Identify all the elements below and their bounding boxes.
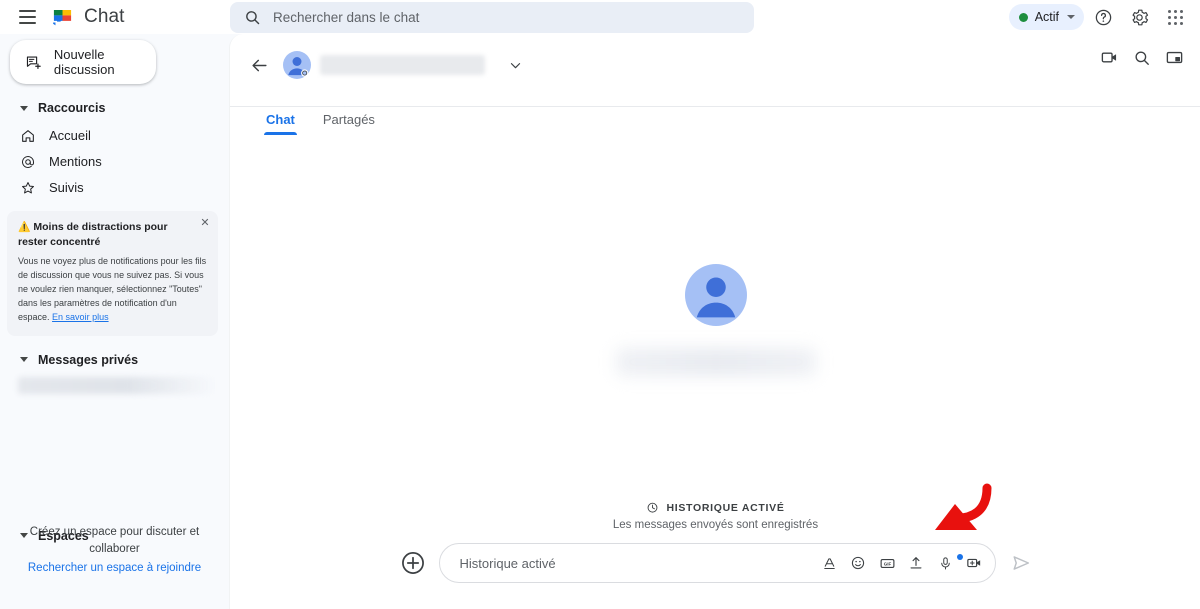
section-shortcuts-title: Raccourcis	[38, 101, 105, 115]
sidebar-item-accueil[interactable]: Accueil	[0, 125, 229, 146]
section-shortcuts-header[interactable]: Raccourcis	[0, 96, 229, 120]
back-arrow-icon[interactable]	[244, 50, 274, 80]
google-chat-logo	[50, 5, 75, 30]
notice-title: ⚠️ Moins de distractions pour rester con…	[18, 220, 207, 249]
section-direct-messages-title: Messages privés	[38, 353, 138, 367]
status-label: Actif	[1035, 10, 1059, 24]
sidebar: Nouvelle discussion Raccourcis Accueil M…	[0, 34, 229, 609]
microphone-icon[interactable]	[937, 555, 954, 572]
video-add-icon[interactable]	[966, 555, 983, 572]
top-bar-actions: Actif	[1009, 0, 1192, 34]
status-dot-icon	[1019, 13, 1028, 22]
history-title: HISTORIQUE ACTIVÉ	[666, 502, 784, 514]
upload-icon[interactable]	[908, 555, 925, 572]
header-divider	[230, 106, 1200, 107]
composer-toolbar: GIF	[821, 555, 983, 572]
notice-body-text: Vous ne voyez plus de notifications pour…	[18, 256, 206, 322]
tab-chat[interactable]: Chat	[266, 112, 295, 135]
close-icon[interactable]: ✕	[198, 216, 212, 230]
conversation-tabs: Chat Partagés	[266, 112, 375, 135]
conversation-panel: Chat Partagés HISTORIQUE ACTIVÉ Les mess…	[229, 34, 1200, 609]
search-icon[interactable]	[1133, 49, 1151, 72]
app-title: Chat	[84, 6, 125, 28]
video-call-icon[interactable]	[1100, 48, 1119, 72]
notification-dot-badge	[957, 554, 963, 560]
contact-name-redacted	[616, 348, 816, 376]
search-icon	[244, 9, 261, 26]
message-input-placeholder: Historique activé	[460, 556, 821, 571]
notice-body: Vous ne voyez plus de notifications pour…	[18, 255, 207, 325]
focus-notice-card: ✕ ⚠️ Moins de distractions pour rester c…	[7, 211, 218, 336]
conversation-chevron-down-icon[interactable]	[504, 54, 526, 76]
help-circle-icon[interactable]	[1086, 0, 1120, 34]
notice-title-text: Moins de distractions pour rester concen…	[18, 221, 168, 248]
search-input[interactable]: Rechercher dans le chat	[230, 2, 754, 33]
new-chat-button[interactable]: Nouvelle discussion	[10, 40, 156, 84]
caret-down-icon	[20, 357, 28, 362]
history-subtitle: Les messages envoyés sont enregistrés	[613, 519, 818, 531]
sidebar-item-label: Mentions	[49, 154, 102, 169]
gif-icon[interactable]: GIF	[879, 555, 896, 572]
caret-down-icon	[20, 106, 28, 111]
list-item[interactable]	[18, 377, 217, 394]
conversation-empty-state	[230, 264, 1200, 376]
spaces-empty-text: Créez un espace pour discuter et collabo…	[18, 524, 211, 559]
find-space-link[interactable]: Rechercher un espace à rejoindre	[18, 562, 211, 574]
top-app-bar: Chat Rechercher dans le chat Actif	[0, 0, 1200, 34]
status-badge[interactable]: Actif	[1009, 4, 1084, 30]
search-placeholder: Rechercher dans le chat	[273, 10, 419, 25]
spaces-empty-state: Créez un espace pour discuter et collabo…	[0, 524, 229, 574]
person-avatar-icon	[685, 264, 747, 326]
message-composer: Historique activé	[230, 543, 1200, 583]
sidebar-item-mentions[interactable]: Mentions	[0, 151, 229, 172]
google-chat-window: Chat Rechercher dans le chat Actif	[0, 0, 1200, 609]
new-chat-label: Nouvelle discussion	[54, 47, 156, 77]
send-icon[interactable]	[1010, 552, 1032, 574]
conversation-header	[230, 34, 1200, 96]
open-panel-icon[interactable]	[1165, 48, 1184, 72]
gear-icon[interactable]	[1122, 0, 1156, 34]
apps-grid-icon[interactable]	[1158, 0, 1192, 34]
sidebar-item-label: Accueil	[49, 128, 91, 143]
sidebar-item-label: Suivis	[49, 180, 84, 195]
learn-more-link[interactable]: En savoir plus	[52, 312, 109, 322]
svg-text:GIF: GIF	[883, 561, 891, 566]
tab-partages[interactable]: Partagés	[323, 112, 375, 135]
sidebar-item-suivis[interactable]: Suivis	[0, 177, 229, 198]
warning-icon: ⚠️	[18, 222, 30, 233]
emoji-icon[interactable]	[850, 555, 867, 572]
avatar[interactable]	[283, 51, 311, 79]
brand: Chat	[50, 5, 125, 30]
history-note: HISTORIQUE ACTIVÉ Les messages envoyés s…	[230, 501, 1200, 531]
home-icon	[20, 128, 36, 144]
new-chat-icon	[25, 53, 42, 72]
conversation-title-redacted	[320, 55, 485, 75]
format-text-icon[interactable]	[821, 555, 838, 572]
add-circle-icon[interactable]	[400, 550, 426, 576]
chevron-down-icon	[1067, 15, 1075, 19]
hamburger-icon[interactable]	[10, 0, 44, 34]
section-direct-messages-header[interactable]: Messages privés	[0, 348, 229, 372]
at-mention-icon	[20, 154, 36, 170]
conversation-actions	[1100, 48, 1184, 72]
star-icon	[20, 180, 36, 196]
message-input[interactable]: Historique activé	[439, 543, 996, 583]
history-clock-icon	[646, 501, 659, 514]
